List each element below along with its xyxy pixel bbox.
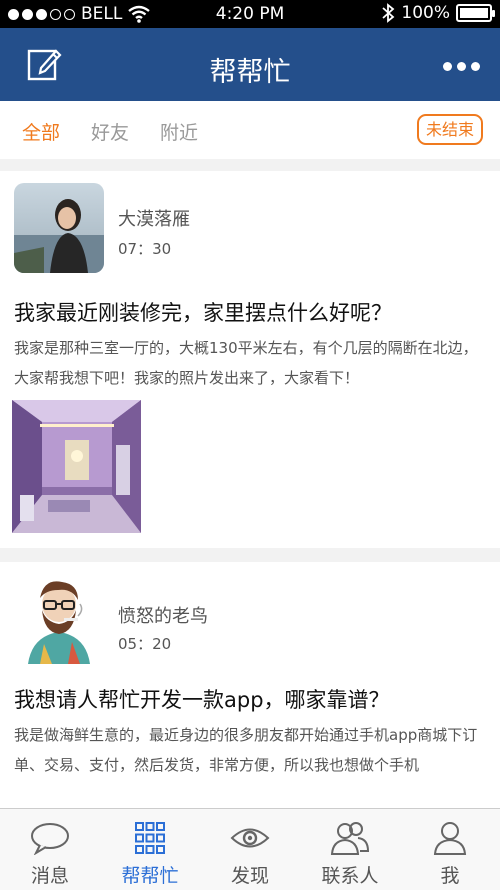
unfinished-filter-button[interactable]: 未结束	[417, 114, 483, 145]
tab-label: 我	[440, 865, 460, 887]
person-icon	[433, 822, 467, 855]
avatar[interactable]	[14, 183, 104, 273]
post-time: 07：30	[118, 240, 172, 258]
post-title[interactable]: 我想请人帮忙开发一款app，哪家靠谱？	[14, 684, 390, 714]
post-photo[interactable]	[12, 400, 141, 533]
bottom-tab-bar: 消息 帮帮忙 发现 联系人 我	[0, 808, 500, 890]
filter-tabs: 全部 好友 附近 未结束	[0, 101, 500, 159]
tab-discover[interactable]: 发现	[200, 809, 300, 890]
contacts-icon	[330, 822, 370, 855]
tab-label: 消息	[30, 865, 69, 887]
battery-icon	[456, 4, 495, 22]
post-card[interactable]: 大漠落雁 07：30 我家最近刚装修完，家里摆点什么好呢？ 我家是那种三室一厅的…	[0, 171, 500, 548]
navigation-bar: 帮帮忙	[0, 28, 500, 101]
tab-nearby[interactable]: 附近	[160, 118, 198, 145]
tab-messages[interactable]: 消息	[0, 809, 100, 890]
more-icon[interactable]	[443, 62, 480, 71]
tab-label: 发现	[230, 865, 269, 887]
post-body: 我是做海鲜生意的，最近身边的很多朋友都开始通过手机app商城下订单、交易、支付，…	[14, 726, 478, 774]
grid-icon	[135, 822, 165, 854]
tab-label: 联系人	[321, 865, 379, 887]
post-card[interactable]: 愤怒的老鸟 05：20 我想请人帮忙开发一款app，哪家靠谱？ 我是做海鲜生意的…	[0, 562, 500, 808]
status-bar: BELL 4:20 PM 100%	[0, 0, 500, 28]
avatar[interactable]	[14, 574, 104, 664]
chat-bubble-icon	[31, 823, 69, 855]
post-body: 我家是那种三室一厅的，大概130平米左右，有个几层的隔断在北边，大家帮我想下吧！…	[14, 339, 478, 387]
post-title[interactable]: 我家最近刚装修完，家里摆点什么好呢？	[14, 297, 392, 327]
tab-help[interactable]: 帮帮忙	[100, 809, 200, 890]
page-title: 帮帮忙	[209, 57, 291, 88]
post-time: 05：20	[118, 635, 172, 653]
bluetooth-icon	[382, 3, 395, 23]
tab-all[interactable]: 全部	[22, 118, 60, 145]
battery-percent: 100%	[401, 3, 450, 23]
post-username[interactable]: 大漠落雁	[118, 205, 190, 231]
post-username[interactable]: 愤怒的老鸟	[118, 602, 208, 628]
eye-icon	[230, 828, 270, 848]
tab-contacts[interactable]: 联系人	[300, 809, 400, 890]
tab-friends[interactable]: 好友	[91, 118, 129, 145]
tab-label: 帮帮忙	[121, 865, 179, 887]
tab-me[interactable]: 我	[400, 809, 500, 890]
